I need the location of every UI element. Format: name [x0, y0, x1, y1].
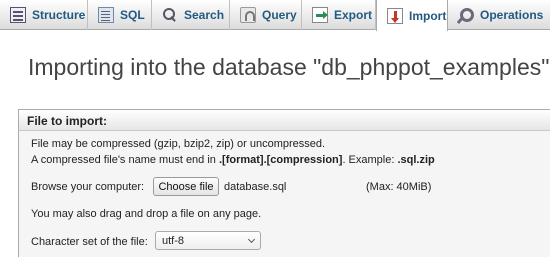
sql-icon	[98, 7, 114, 23]
chevron-down-icon	[247, 235, 256, 244]
tab-structure[interactable]: Structure	[0, 0, 88, 30]
tab-sql[interactable]: SQL	[88, 0, 152, 30]
choose-file-button[interactable]: Choose file	[153, 177, 219, 196]
file-to-import-legend: File to import:	[18, 109, 550, 131]
tab-import[interactable]: Import	[376, 0, 448, 31]
tab-export[interactable]: Export	[302, 0, 376, 30]
charset-label: Character set of the file:	[31, 236, 148, 248]
filename-note: A compressed file's name must end in .[f…	[31, 154, 435, 166]
legend-label: File to import:	[27, 114, 107, 128]
charset-select[interactable]: utf-8	[155, 231, 261, 250]
import-icon	[387, 7, 403, 24]
tab-label: Structure	[32, 8, 86, 22]
chosen-file-name: database.sql	[224, 181, 287, 193]
filename-note-prefix: A compressed file's name must end in	[31, 154, 219, 166]
operations-icon	[458, 7, 474, 23]
export-icon	[312, 7, 328, 23]
compression-note: File may be compressed (gzip, bzip2, zip…	[31, 138, 326, 150]
search-icon	[162, 7, 178, 23]
filename-example-prefix: . Example:	[342, 154, 398, 166]
browse-label: Browse your computer:	[31, 181, 145, 193]
page-title: Importing into the database "db_phppot_e…	[28, 54, 550, 80]
drag-drop-note: You may also drag and drop a file on any…	[31, 208, 262, 220]
charset-value: utf-8	[162, 234, 185, 247]
tab-operations[interactable]: Operations	[448, 0, 550, 30]
tab-label: Export	[334, 8, 373, 22]
tab-label: SQL	[120, 8, 145, 22]
tab-label: Search	[184, 8, 225, 22]
tab-label: Import	[409, 8, 447, 23]
max-size-label: (Max: 40MiB)	[366, 181, 432, 193]
structure-icon	[10, 7, 26, 23]
filename-pattern: .[format].[compression]	[218, 154, 343, 166]
query-icon	[240, 7, 256, 23]
filename-example: .sql.zip	[397, 154, 435, 166]
tab-label: Operations	[480, 8, 544, 22]
tab-search[interactable]: Search	[152, 0, 230, 30]
tab-query[interactable]: Query	[230, 0, 302, 30]
tab-bar: Structure SQL Search Query Export Import…	[0, 0, 550, 31]
tab-label: Query	[262, 8, 297, 22]
